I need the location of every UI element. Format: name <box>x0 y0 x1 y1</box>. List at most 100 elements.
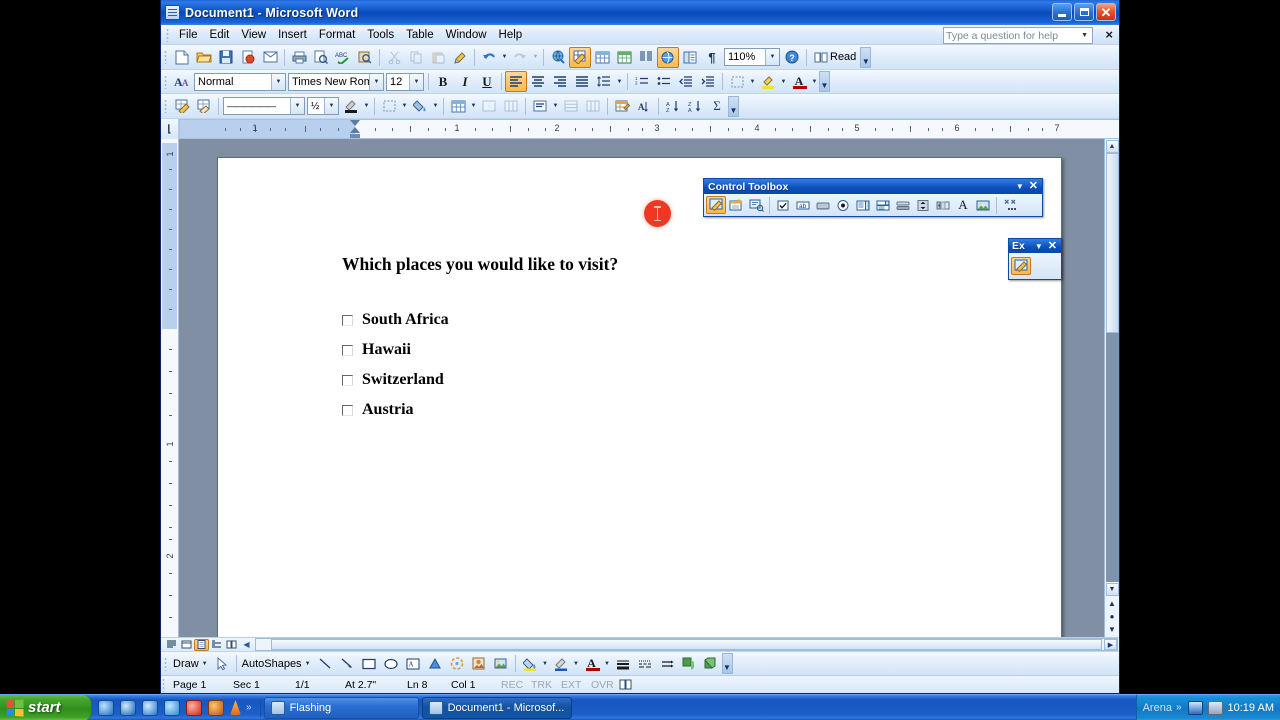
chevron-down-icon[interactable]: ▼ <box>202 661 208 667</box>
hanging-indent-marker[interactable] <box>350 127 360 133</box>
spelling-grammar-icon[interactable]: ABC <box>332 47 354 68</box>
line-color-icon[interactable] <box>550 653 572 674</box>
standard-toolbar-grip[interactable] <box>164 50 167 64</box>
combo-box-control-icon[interactable] <box>873 196 893 214</box>
tray-expand-icon[interactable]: » <box>1176 702 1182 713</box>
tab-stop-icon[interactable]: ⌊ <box>161 119 179 139</box>
table-autoformat-icon[interactable] <box>611 96 633 117</box>
text-box-control-icon[interactable]: ab <box>793 196 813 214</box>
first-line-indent-marker[interactable] <box>350 120 360 126</box>
formatting-toolbar-grip[interactable] <box>164 74 167 89</box>
check-box-control-icon[interactable] <box>773 196 793 214</box>
status-ovr[interactable]: OVR <box>587 679 617 691</box>
document-page[interactable]: Which places you would like to visit? So… <box>217 157 1062 637</box>
insert-table-icon[interactable] <box>591 47 613 68</box>
line-style-icon[interactable] <box>612 653 634 674</box>
arrow-style-icon[interactable] <box>656 653 678 674</box>
fill-color-icon[interactable] <box>519 653 541 674</box>
ask-a-question-input[interactable]: Type a question for help ▼ <box>943 27 1093 44</box>
align-cell-dropdown-icon[interactable]: ▼ <box>551 96 560 117</box>
chevron-down-icon[interactable]: ▼ <box>369 73 383 90</box>
chevron-down-icon[interactable]: ▼ <box>409 73 423 90</box>
reading-layout-view-button[interactable] <box>224 639 239 651</box>
vertical-scroll-track[interactable] <box>1105 153 1119 582</box>
more-controls-icon[interactable] <box>1000 196 1020 214</box>
redo-dropdown-icon[interactable]: ▼ <box>531 47 540 68</box>
text-direction-icon[interactable]: A <box>633 96 655 117</box>
image-control-icon[interactable] <box>973 196 993 214</box>
sort-descending-icon[interactable]: ZA <box>684 96 706 117</box>
command-button-control-icon[interactable] <box>813 196 833 214</box>
line-icon[interactable] <box>314 653 336 674</box>
chevron-down-icon[interactable]: ▼ <box>765 49 779 65</box>
shadow-style-icon[interactable] <box>678 653 700 674</box>
open-icon[interactable] <box>193 47 215 68</box>
underline-button[interactable]: U <box>476 71 498 92</box>
tables-toolbar-overflow-button[interactable]: ▼ <box>728 95 739 117</box>
insert-excel-worksheet-icon[interactable] <box>613 47 635 68</box>
borders-dropdown-icon[interactable]: ▼ <box>748 71 757 92</box>
formatting-toolbar-overflow-button[interactable]: ▼ <box>819 71 830 92</box>
rectangle-icon[interactable] <box>358 653 380 674</box>
style-combobox[interactable]: Normal ▼ <box>194 72 286 91</box>
network-icon[interactable] <box>1187 700 1203 715</box>
line-style-combobox[interactable]: —————— ▼ <box>223 97 305 115</box>
align-center-icon[interactable] <box>527 71 549 92</box>
select-browse-object-button[interactable]: ● <box>1106 611 1118 622</box>
bullets-icon[interactable] <box>653 71 675 92</box>
left-indent-marker[interactable] <box>350 134 360 138</box>
format-painter-icon[interactable] <box>449 47 471 68</box>
picture-icon[interactable] <box>490 653 512 674</box>
highlight-dropdown-icon[interactable]: ▼ <box>779 71 788 92</box>
line-weight-combobox[interactable]: ½ ▼ <box>307 97 339 115</box>
scroll-right-button[interactable]: ▶ <box>1104 639 1117 650</box>
ex-toolbox-titlebar[interactable]: Ex ▼ ✕ <box>1009 239 1061 253</box>
checkbox-control[interactable] <box>342 374 353 386</box>
horizontal-ruler[interactable]: 1 1 2 3 4 5 6 7 <box>179 119 1119 139</box>
vertical-scroll-thumb[interactable] <box>1105 153 1119 333</box>
spin-button-control-icon[interactable] <box>913 196 933 214</box>
diagram-icon[interactable] <box>446 653 468 674</box>
control-toolbox-palette[interactable]: Control Toolbox ▼ ✕ ab A <box>703 178 1043 217</box>
vlc-icon[interactable] <box>230 700 241 715</box>
close-button[interactable]: ✕ <box>1096 3 1116 21</box>
vertical-scrollbar[interactable]: ▲ ▼ ▲ ● ▼ <box>1104 139 1119 637</box>
scroll-left-button[interactable]: ◀ <box>239 639 254 651</box>
list-box-control-icon[interactable] <box>853 196 873 214</box>
draw-table-icon[interactable] <box>171 96 193 117</box>
checkbox-control[interactable] <box>342 314 353 326</box>
align-cell-icon[interactable] <box>529 96 551 117</box>
insert-hyperlink-icon[interactable] <box>547 47 569 68</box>
borders-dropdown-icon[interactable]: ▼ <box>400 96 409 117</box>
menu-view[interactable]: View <box>235 27 272 43</box>
save-icon[interactable] <box>215 47 237 68</box>
line-spacing-icon[interactable] <box>593 71 615 92</box>
view-code-icon[interactable] <box>746 196 766 214</box>
firefox-icon[interactable] <box>208 699 224 716</box>
eraser-icon[interactable] <box>193 96 215 117</box>
read-icon[interactable]: Read <box>810 47 860 68</box>
chevron-down-icon[interactable]: ▼ <box>1035 242 1043 251</box>
align-left-icon[interactable] <box>505 71 527 92</box>
control-toolbox-titlebar[interactable]: Control Toolbox ▼ ✕ <box>704 179 1042 194</box>
scroll-up-button[interactable]: ▲ <box>1105 140 1119 153</box>
checkbox-row[interactable]: Hawaii <box>342 335 942 365</box>
print-icon[interactable] <box>288 47 310 68</box>
option-button-control-icon[interactable] <box>833 196 853 214</box>
close-icon[interactable]: ✕ <box>1048 240 1057 252</box>
outside-border-icon[interactable] <box>378 96 400 117</box>
font-color-dropdown-icon[interactable]: ▼ <box>603 653 612 674</box>
shading-color-dropdown-icon[interactable]: ▼ <box>431 96 440 117</box>
font-color-icon[interactable]: A <box>581 653 603 674</box>
spelling-status-icon[interactable] <box>617 678 633 691</box>
shading-color-icon[interactable] <box>409 96 431 117</box>
merge-cells-icon[interactable] <box>478 96 500 117</box>
font-combobox[interactable]: Times New Roman ▼ <box>288 72 384 91</box>
border-color-icon[interactable] <box>340 96 362 117</box>
chevron-down-icon[interactable]: ▼ <box>305 661 311 667</box>
distribute-rows-icon[interactable] <box>560 96 582 117</box>
status-rec[interactable]: REC <box>497 679 527 691</box>
menu-tools[interactable]: Tools <box>361 27 400 43</box>
scroll-down-button[interactable]: ▼ <box>1105 583 1119 596</box>
status-trk[interactable]: TRK <box>527 679 557 691</box>
